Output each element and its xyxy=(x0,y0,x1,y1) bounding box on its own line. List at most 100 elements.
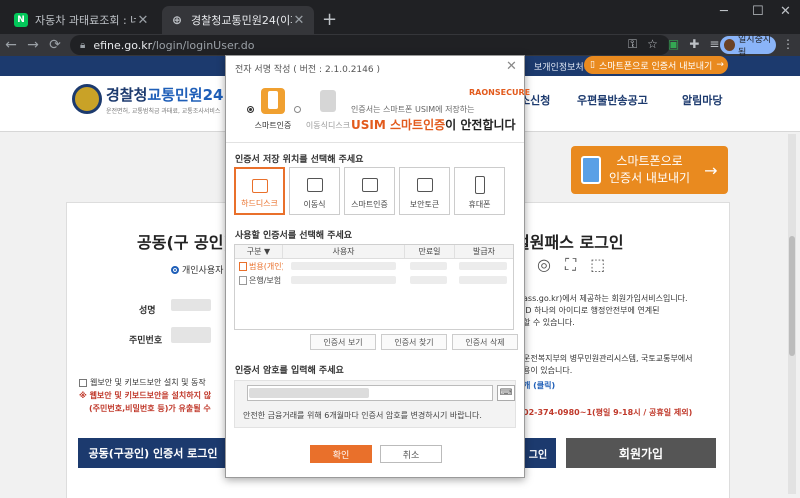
column-type[interactable]: 구분 ▼ xyxy=(235,245,283,258)
location-removable[interactable]: 이동식 xyxy=(289,167,340,215)
key-icon[interactable]: ⚿ xyxy=(628,37,637,52)
media-icon[interactable]: ≡ xyxy=(709,37,719,52)
column-issuer[interactable]: 발급자 xyxy=(455,245,513,258)
puzzle-icon[interactable]: ✚ xyxy=(689,37,699,52)
export-line2: 인증서 내보내기 xyxy=(609,171,691,185)
column-user[interactable]: 사용자 xyxy=(283,245,405,258)
location-heading: 인증서 저장 위치를 선택해 주세요 xyxy=(235,155,364,165)
signature-dialog: 전자 서명 작성 ( 버전 : 2.1.0.2146 ) ✕ 스마트인증 이동식… xyxy=(225,55,530,478)
usb-icon xyxy=(306,178,323,192)
location-harddisk[interactable]: 하드디스크 xyxy=(234,167,285,215)
export-cert-button[interactable]: 스마트폰으로 인증서 내보내기 → xyxy=(571,146,728,194)
virtual-keyboard-icon[interactable]: ⌨ xyxy=(497,385,515,401)
new-tab-button[interactable]: + xyxy=(322,9,337,30)
location-label: 하드디스크 xyxy=(241,199,278,208)
biometric-icons: ◎ ⛶ ⬚ xyxy=(537,255,605,275)
fingerprint-icon[interactable]: ◎ xyxy=(537,255,551,275)
certificate-icon xyxy=(239,275,247,285)
name-label: 성명 xyxy=(139,306,156,316)
export-cert-pill[interactable]: ▯ 스마트폰으로 인증서 내보내기 → xyxy=(584,56,728,74)
personal-user-radio[interactable]: 개인사용자 xyxy=(171,263,223,276)
monitor-icon xyxy=(251,179,268,193)
cert-type: 범용(개인) xyxy=(249,261,283,271)
usb-drive-icon xyxy=(320,90,336,112)
ok-button[interactable]: 확인 xyxy=(310,445,372,463)
table-row[interactable]: 범용(개인) xyxy=(235,259,513,273)
tab-title: 자동차 과태료조회 : 네이버 통합 xyxy=(35,14,136,27)
scan-icon[interactable]: ⬚ xyxy=(590,255,605,275)
extension-icon[interactable]: ▣ xyxy=(668,37,679,52)
security-checkbox[interactable]: 웹보안 및 키보드보안 설치 및 동작 xyxy=(79,377,206,388)
nav-item-return-notice[interactable]: 우편물반송공고 xyxy=(577,92,648,108)
table-header: 구분 ▼ 사용자 만료일 발급자 xyxy=(235,245,513,259)
rrn-field[interactable] xyxy=(171,327,211,343)
location-token[interactable]: 보안토큰 xyxy=(399,167,450,215)
sim-card-icon xyxy=(361,178,378,192)
cert-login-button[interactable]: 공동(구공인) 인증서 로그인 xyxy=(78,438,228,468)
security-checkbox-label: 웹보안 및 키보드보안 설치 및 동작 xyxy=(90,378,206,387)
redacted-user xyxy=(290,262,396,270)
password-section: ⌨ 안전한 금융거래를 위해 6개월마다 인증서 암호를 변경하시기 바랍니다. xyxy=(234,380,516,428)
find-cert-button[interactable]: 인증서 찾기 xyxy=(381,334,447,350)
export-pill-label: 스마트폰으로 인증서 내보내기 xyxy=(598,61,713,72)
password-heading: 인증서 암호를 입력해 주세요 xyxy=(235,366,344,376)
raonsecure-logo: RAONSECURE xyxy=(469,88,531,97)
location-smart[interactable]: 스마트인증 xyxy=(344,167,395,215)
browser-tabbar: N 자동차 과태료조회 : 네이버 통합 ✕ ⊕ 경찰청교통민원24(이파인) … xyxy=(0,0,800,34)
join-button[interactable]: 회원가입 xyxy=(566,438,716,468)
pass-info-link[interactable]: 개 (클릭) xyxy=(523,380,555,391)
logo-text-b: 교통민원24 xyxy=(147,86,224,104)
minimize-icon[interactable]: ─ xyxy=(720,4,728,19)
close-window-icon[interactable]: ✕ xyxy=(780,4,791,19)
view-cert-button[interactable]: 인증서 보기 xyxy=(310,334,376,350)
tab-naver[interactable]: N 자동차 과태료조회 : 네이버 통합 ✕ xyxy=(6,6,158,34)
arrow-icon: → xyxy=(704,160,718,180)
pass-info-4: 운전복지부의 병무민원관리시스템, 국토교통부에서 xyxy=(523,354,693,363)
redacted-expiry xyxy=(409,276,448,284)
face-id-icon[interactable]: ⛶ xyxy=(565,255,576,275)
redacted-issuer xyxy=(459,262,507,270)
radio-label: 개인사용자 xyxy=(182,266,224,276)
redacted-user xyxy=(290,276,396,284)
tab-efine[interactable]: ⊕ 경찰청교통민원24(이파인) ✕ xyxy=(162,6,314,34)
address-bar[interactable]: 🔒︎ efine.go.kr/login/loginUser.do xyxy=(70,35,670,55)
star-icon[interactable]: ☆ xyxy=(647,37,658,52)
checkbox-icon xyxy=(79,378,87,387)
table-row[interactable]: 은행/보험 xyxy=(235,273,513,287)
certificate-icon xyxy=(239,261,247,271)
pass-login-title: 털원패스 로그인 xyxy=(515,233,624,252)
profile-paused-button[interactable]: 일시중지됨 xyxy=(720,35,776,58)
close-icon[interactable]: ✕ xyxy=(506,59,517,74)
smart-auth-label: 스마트인증 xyxy=(254,121,292,130)
nav-item-notice[interactable]: 알림마당 xyxy=(682,92,722,108)
smartphone-key-icon xyxy=(261,88,285,114)
usim-headline-rest: 이 안전합니다 xyxy=(445,118,516,132)
tab-title: 경찰청교통민원24(이파인) xyxy=(191,14,292,27)
smart-auth-option[interactable]: 스마트인증 xyxy=(247,88,299,131)
cert-login-title: 공동(구 공인) xyxy=(137,233,231,252)
forward-icon[interactable]: → xyxy=(22,37,44,53)
radio-icon xyxy=(171,265,179,274)
location-phone[interactable]: 휴대폰 xyxy=(454,167,505,215)
scrollbar-thumb[interactable] xyxy=(789,236,795,356)
mobile-phone-icon xyxy=(474,176,485,194)
url-host: efine.go.kr xyxy=(93,38,153,52)
helpdesk-phone: 02-374-0980~1(평일 9-18시 / 공휴일 제외) xyxy=(523,408,693,417)
reload-icon[interactable]: ⟳ xyxy=(44,37,66,53)
redacted-issuer xyxy=(459,276,507,284)
name-field[interactable] xyxy=(171,299,211,311)
close-icon[interactable]: ✕ xyxy=(292,13,306,28)
delete-cert-button[interactable]: 인증서 삭제 xyxy=(452,334,518,350)
usb-label: 이동식디스크 xyxy=(305,121,351,130)
site-logo[interactable]: 경찰청교통민원24 xyxy=(106,84,223,105)
dialog-title: 전자 서명 작성 ( 버전 : 2.1.0.2146 ) xyxy=(235,65,380,75)
maximize-icon[interactable]: ☐ xyxy=(752,4,764,19)
location-label: 휴대폰 xyxy=(468,200,491,209)
pass-login-button[interactable]: 그인 xyxy=(520,438,556,468)
redacted-expiry xyxy=(409,262,448,270)
back-icon[interactable]: ← xyxy=(0,37,22,53)
menu-icon[interactable]: ⋮ xyxy=(782,37,794,51)
column-expiry[interactable]: 만료일 xyxy=(405,245,455,258)
cancel-button[interactable]: 취소 xyxy=(380,445,442,463)
close-icon[interactable]: ✕ xyxy=(136,13,150,28)
